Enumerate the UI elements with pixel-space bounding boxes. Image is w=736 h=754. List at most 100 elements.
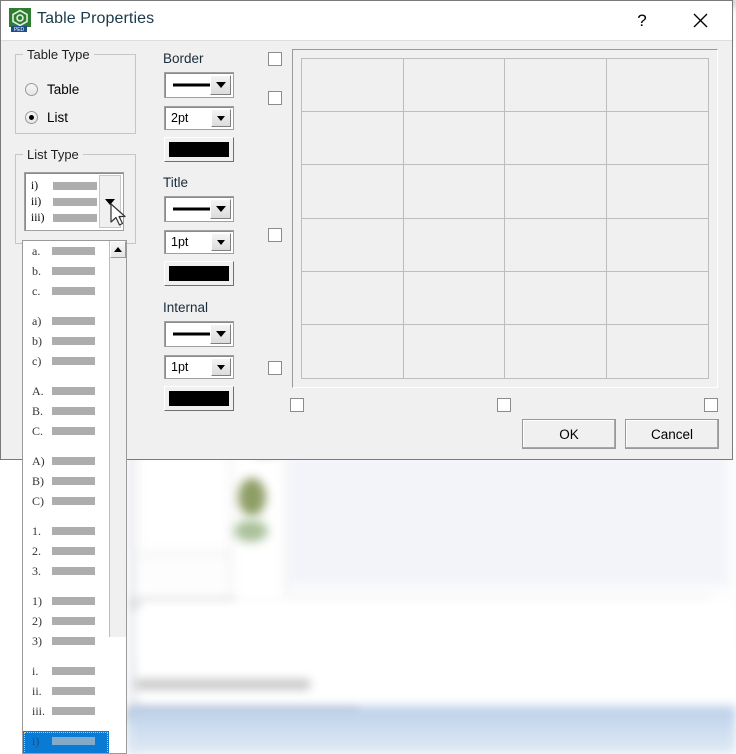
help-icon: ? (637, 10, 647, 30)
triangle-up-icon (114, 247, 122, 252)
title-color-button[interactable] (164, 261, 234, 286)
list-option-bar (52, 407, 95, 415)
list-preview-mark: ii) (31, 196, 42, 208)
help-button[interactable]: ? (619, 1, 665, 40)
radio-table[interactable]: Table (25, 82, 79, 97)
title-width-value: 1pt (171, 235, 189, 249)
list-option-mark: i) (32, 733, 40, 748)
border-color-swatch (169, 142, 229, 157)
internal-enable-checkbox[interactable] (268, 361, 282, 375)
radio-list-label: List (47, 110, 69, 125)
list-option-bar (52, 387, 95, 395)
right-edge-checkbox[interactable] (704, 398, 718, 412)
list-option-bar (52, 637, 95, 645)
pdf-editor-icon: PED (9, 8, 31, 32)
internal-width-dropdown-button[interactable] (211, 358, 231, 376)
chevron-down-icon (215, 331, 226, 337)
border-width-combobox[interactable]: 2pt (164, 106, 234, 130)
option-group-separator (23, 441, 109, 451)
list-option-row: 3) (23, 631, 109, 651)
title-width-combobox[interactable]: 1pt (164, 230, 234, 254)
list-option-lower-alpha-paren[interactable]: a) b) c) (23, 311, 109, 371)
list-option-bar (52, 357, 95, 365)
list-option-decimal-paren[interactable]: 1) 2) 3) (23, 591, 109, 651)
internal-width-value: 1pt (171, 360, 189, 374)
list-type-combobox[interactable]: i) ii) iii) (24, 172, 124, 231)
option-group-separator (23, 721, 109, 731)
list-option-mark: b. (32, 263, 41, 278)
option-group-separator (23, 371, 109, 381)
title-style-preview (173, 207, 213, 211)
border-enable-checkbox[interactable] (268, 52, 282, 66)
preview-cell (302, 165, 404, 219)
list-option-bar (52, 667, 95, 675)
option-group-separator (23, 301, 109, 311)
list-option-row: C) (23, 491, 109, 511)
list-option-upper-alpha-dot[interactable]: A. B. C. (23, 381, 109, 441)
preview-cell (302, 324, 404, 378)
list-option-mark: iii. (32, 703, 46, 718)
border-color-button[interactable] (164, 137, 234, 162)
list-option-row: iii. (23, 701, 109, 721)
list-option-row: C. (23, 421, 109, 441)
list-option-mark: ii. (32, 683, 42, 698)
title-style-combobox[interactable] (164, 196, 234, 222)
internal-width-combobox[interactable]: 1pt (164, 355, 234, 379)
internal-color-button[interactable] (164, 386, 234, 411)
preview-cell (302, 59, 404, 113)
border-style-dropdown-button[interactable] (210, 75, 231, 95)
table-type-legend: Table Type (23, 47, 94, 62)
list-option-row: 1) (23, 591, 109, 611)
list-option-row: i. (23, 661, 109, 681)
list-preview-row: i) (31, 178, 97, 194)
background-selection-band (128, 706, 736, 754)
ok-button-label: OK (559, 426, 579, 442)
option-group-separator (23, 511, 109, 521)
left-edge-checkbox[interactable] (290, 398, 304, 412)
center-edge-checkbox[interactable] (497, 398, 511, 412)
title-enable-checkbox[interactable] (268, 91, 282, 105)
border-width-dropdown-button[interactable] (211, 109, 231, 127)
arrow-cursor (110, 203, 126, 226)
internal-style-preview (173, 332, 213, 336)
list-option-mark: c) (32, 353, 42, 368)
list-option-mark: a. (32, 243, 41, 258)
list-option-bar (52, 317, 95, 325)
list-option-mark: b) (32, 333, 42, 348)
internal-style-combobox[interactable] (164, 321, 234, 347)
border-label: Border (163, 51, 204, 66)
ok-button[interactable]: OK (522, 419, 616, 449)
list-option-mark: 2. (32, 543, 41, 558)
title-row-checkbox[interactable] (268, 228, 282, 242)
list-option-mark: a) (32, 313, 42, 328)
list-option-bar (52, 617, 95, 625)
dropdown-scrollbar[interactable] (109, 241, 126, 637)
list-option-lower-alpha-dot[interactable]: a. b. c. (23, 241, 109, 301)
list-preview-bar (53, 214, 97, 222)
list-type-dropdown-popup[interactable]: a. b. c. a) b) c) A. B. C. A) B) C) 1. 2. 3. 1) 2) 3) i. ii… (22, 240, 127, 754)
option-group-separator (23, 581, 109, 591)
radio-list[interactable]: List (25, 110, 68, 125)
list-option-row: a. (23, 241, 109, 261)
list-type-options[interactable]: a. b. c. a) b) c) A. B. C. A) B) C) 1. 2. 3. 1) 2) 3) i. ii… (23, 241, 109, 753)
border-width-value: 2pt (171, 111, 189, 125)
border-style-combobox[interactable] (164, 72, 234, 98)
list-option-lower-roman-dot[interactable]: i. ii. iii. (23, 661, 109, 721)
list-option-lower-roman-paren[interactable]: i)ii)iii) (23, 731, 109, 753)
preview-cell (505, 218, 607, 272)
preview-cell (505, 271, 607, 325)
internal-style-dropdown-button[interactable] (210, 324, 231, 344)
border-style-preview (173, 83, 213, 87)
title-style-dropdown-button[interactable] (210, 199, 231, 219)
close-button[interactable] (677, 1, 723, 40)
cancel-button[interactable]: Cancel (625, 419, 719, 449)
list-option-decimal-dot[interactable]: 1. 2. 3. (23, 521, 109, 581)
internal-border-label: Internal (163, 300, 209, 315)
title-width-dropdown-button[interactable] (211, 233, 231, 251)
preview-cell (404, 324, 505, 378)
list-option-upper-alpha-paren[interactable]: A) B) C) (23, 451, 109, 511)
preview-cell (302, 218, 404, 272)
list-option-row: b. (23, 261, 109, 281)
scrollbar-up-button[interactable] (110, 241, 126, 258)
preview-cell (403, 59, 505, 113)
